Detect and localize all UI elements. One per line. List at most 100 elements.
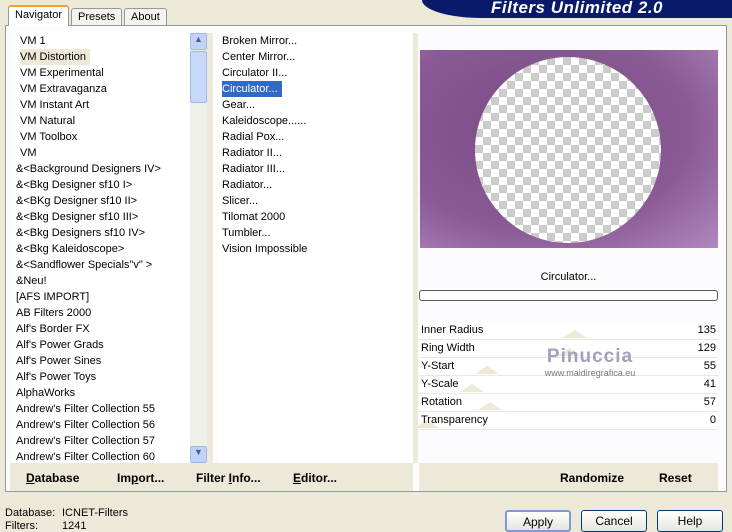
filter-item-label: Center Mirror...	[222, 51, 296, 63]
tab-about[interactable]: About	[124, 8, 167, 26]
import-button[interactable]: Import...	[117, 471, 164, 485]
tab-presets[interactable]: Presets	[71, 8, 123, 26]
slider-thumb[interactable]	[556, 348, 581, 356]
param-slider-rotation[interactable]: Rotation 57	[419, 394, 718, 412]
category-item[interactable]: VM	[12, 145, 190, 161]
category-item[interactable]: VM Toolbox	[12, 129, 190, 145]
filter-item[interactable]: Circulator...	[218, 81, 413, 97]
category-item[interactable]: AlphaWorks	[12, 385, 190, 401]
filter-name-label: Circulator...	[540, 271, 597, 283]
category-item[interactable]: &<Bkg Designer sf10 III>	[12, 209, 190, 225]
filter-list[interactable]: Broken Mirror... Center Mirror... Circulat…	[218, 32, 413, 463]
category-item[interactable]: Alf's Power Toys	[12, 369, 190, 385]
category-item[interactable]: VM Experimental	[12, 65, 190, 81]
category-item-label: [AFS IMPORT]	[16, 291, 90, 303]
category-item[interactable]: &<Sandflower Specials"v" >	[12, 257, 190, 273]
category-item-label: Andrew's Filter Collection 57	[16, 435, 156, 447]
param-slider-ring-width[interactable]: Ring Width 129	[419, 340, 718, 358]
preview-image	[420, 50, 718, 248]
category-item-label: &Neu!	[16, 275, 47, 287]
filter-item[interactable]: Radiator III...	[218, 161, 413, 177]
category-item[interactable]: VM Distortion	[12, 49, 190, 65]
filter-item[interactable]: Gear...	[218, 97, 413, 113]
category-item-label: &<Background Designers IV>	[16, 163, 161, 175]
category-item-label: Alf's Border FX	[16, 323, 90, 335]
database-button[interactable]: Database	[26, 471, 79, 485]
filter-item[interactable]: Tumbler...	[218, 225, 413, 241]
category-item-label: Andrew's Filter Collection 56	[16, 419, 156, 431]
category-item-label: &<Bkg Designers sf10 IV>	[16, 227, 146, 239]
category-scrollbar[interactable]: ▲ ▼	[190, 33, 207, 463]
category-item[interactable]: Alf's Border FX	[12, 321, 190, 337]
filter-item[interactable]: Radiator II...	[218, 145, 413, 161]
category-item[interactable]: &<Bkg Designer sf10 I>	[12, 177, 190, 193]
category-item[interactable]: VM 1	[12, 33, 190, 49]
filter-item[interactable]: Center Mirror...	[218, 49, 413, 65]
slider-thumb[interactable]	[563, 330, 588, 338]
filter-item-label: Vision Impossible	[222, 243, 308, 255]
category-item[interactable]: VM Natural	[12, 113, 190, 129]
filter-item-label: Radiator...	[222, 179, 273, 191]
param-label: Inner Radius	[421, 324, 484, 336]
help-button[interactable]: Help	[657, 510, 723, 532]
param-slider-transparency[interactable]: Transparency 0	[415, 412, 718, 430]
filter-item[interactable]: Kaleidoscope......	[218, 113, 413, 129]
category-item[interactable]: VM Instant Art	[12, 97, 190, 113]
param-slider-y-start[interactable]: Y-Start 55	[419, 358, 718, 376]
category-item-label: Andrew's Filter Collection 60	[16, 451, 156, 463]
category-item-label: VM Natural	[20, 115, 76, 127]
category-item-label: &<Bkg Designer sf10 III>	[16, 211, 139, 223]
filter-info-button[interactable]: Filter Info...	[196, 471, 261, 485]
filter-item[interactable]: Broken Mirror...	[218, 33, 413, 49]
category-item-label: VM Experimental	[20, 67, 104, 79]
category-item[interactable]: Andrew's Filter Collection 56	[12, 417, 190, 433]
filter-item-label: Broken Mirror...	[222, 35, 298, 47]
filter-item[interactable]: Radiator...	[218, 177, 413, 193]
randomize-button[interactable]: Randomize	[560, 471, 624, 485]
category-item[interactable]: &<Bkg Designers sf10 IV>	[12, 225, 190, 241]
filter-item-label: Kaleidoscope......	[222, 115, 307, 127]
category-item[interactable]: VM Extravaganza	[12, 81, 190, 97]
cancel-button[interactable]: Cancel	[581, 510, 647, 532]
left-button-bar: Database Import... Filter Info... Editor…	[10, 463, 413, 491]
filter-item-label: Radial Pox...	[222, 131, 285, 143]
scroll-up-icon[interactable]: ▲	[190, 33, 207, 50]
category-item[interactable]: Andrew's Filter Collection 55	[12, 401, 190, 417]
param-slider-y-scale[interactable]: Y-Scale 41	[419, 376, 718, 394]
category-list[interactable]: VM 1 VM Distortion VM Experimental VM Extra…	[12, 32, 190, 463]
filter-item[interactable]: Slicer...	[218, 193, 413, 209]
category-item-label: VM 1	[20, 35, 46, 47]
category-item[interactable]: Andrew's Filter Collection 60	[12, 449, 190, 463]
apply-button[interactable]: Apply	[505, 510, 571, 532]
scroll-down-icon[interactable]: ▼	[190, 446, 207, 463]
editor-button[interactable]: Editor...	[293, 471, 337, 485]
filter-item[interactable]: Radial Pox...	[218, 129, 413, 145]
filter-item[interactable]: Vision Impossible	[218, 241, 413, 257]
category-item[interactable]: &<Background Designers IV>	[12, 161, 190, 177]
category-item-label: VM Extravaganza	[20, 83, 107, 95]
filter-item-label: Radiator II...	[222, 147, 282, 159]
slider-thumb[interactable]	[477, 402, 502, 410]
category-item[interactable]: Alf's Power Sines	[12, 353, 190, 369]
slider-thumb[interactable]	[460, 384, 485, 392]
category-item[interactable]: Alf's Power Grads	[12, 337, 190, 353]
category-item[interactable]: Andrew's Filter Collection 57	[12, 433, 190, 449]
slider-thumb[interactable]	[475, 366, 500, 374]
param-label: Ring Width	[421, 342, 475, 354]
tab-navigator[interactable]: Navigator	[8, 5, 70, 26]
status-filters-value: 1241	[62, 520, 87, 532]
filter-item[interactable]: Circulator II...	[218, 65, 413, 81]
category-item[interactable]: [AFS IMPORT]	[12, 289, 190, 305]
scroll-thumb[interactable]	[190, 51, 207, 103]
param-slider-inner-radius[interactable]: Inner Radius 135	[419, 322, 718, 340]
param-value: 41	[703, 378, 716, 390]
category-item[interactable]: AB Filters 2000	[12, 305, 190, 321]
category-item[interactable]: &<Bkg Kaleidoscope>	[12, 241, 190, 257]
category-item-label: &<Sandflower Specials"v" >	[16, 259, 153, 271]
category-item[interactable]: &Neu!	[12, 273, 190, 289]
filter-item-label: Circulator II...	[222, 67, 288, 79]
status-filters-label: Filters:	[5, 520, 38, 532]
category-item[interactable]: &<BKg Designer sf10 II>	[12, 193, 190, 209]
reset-button[interactable]: Reset	[659, 471, 692, 485]
filter-item[interactable]: Tilomat 2000	[218, 209, 413, 225]
